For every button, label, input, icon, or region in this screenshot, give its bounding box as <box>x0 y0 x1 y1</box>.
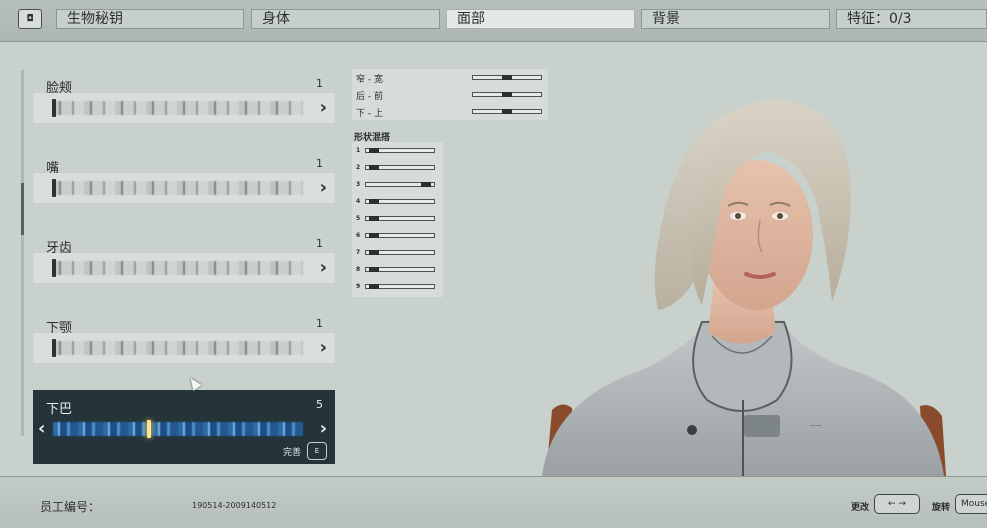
character-illustration: ~~ <box>542 100 946 476</box>
slider-knob[interactable] <box>369 165 379 170</box>
slider-knob[interactable] <box>369 148 379 153</box>
shape-blend-panel: 1 2 3 4 5 6 7 8 9 <box>352 142 443 297</box>
top-tab-bar: ◘ 生物秘钥 身体 面部 背景 特征：0/3 <box>0 0 987 42</box>
slider-knob[interactable] <box>369 267 379 272</box>
shape-slider-3[interactable] <box>365 182 435 187</box>
shape-row-label: 5 <box>356 215 361 222</box>
tab-traits[interactable]: 特征：0/3 <box>836 9 987 29</box>
slider-knob[interactable] <box>502 75 512 80</box>
shape-row-label: 4 <box>356 198 361 205</box>
shape-slider-1[interactable] <box>365 148 435 153</box>
variant-marker <box>52 339 56 357</box>
feature-value: 5 <box>316 398 323 411</box>
shape-slider-4[interactable] <box>365 199 435 204</box>
feature-value: 1 <box>316 317 323 330</box>
character-preview[interactable]: ~~ <box>532 70 952 476</box>
slider-knob[interactable] <box>502 92 512 97</box>
slider-knob[interactable] <box>502 109 512 114</box>
variant-bars <box>53 181 303 195</box>
chevron-right-icon[interactable]: › <box>320 337 327 358</box>
refine-label: 完善 <box>282 447 301 458</box>
slider-knob[interactable] <box>369 250 379 255</box>
shape-slider-9[interactable] <box>365 284 435 289</box>
change-hint-label: 更改 <box>851 503 870 513</box>
shape-row-label: 9 <box>356 283 361 290</box>
feature-variant-strip[interactable]: › <box>33 333 335 363</box>
chevron-left-icon[interactable]: ‹ <box>38 418 45 439</box>
axis-label-width: 窄 - 宽 <box>356 75 383 85</box>
chevron-right-icon[interactable]: › <box>320 177 327 198</box>
shape-slider-8[interactable] <box>365 267 435 272</box>
shape-row-label: 7 <box>356 249 361 256</box>
slider-knob[interactable] <box>369 284 379 289</box>
chevron-right-icon[interactable]: › <box>320 418 327 439</box>
chevron-right-icon[interactable]: › <box>320 97 327 118</box>
axis-label-depth: 后 - 前 <box>356 92 383 102</box>
refine-hint[interactable]: 完善 E <box>283 442 327 460</box>
shape-row-label: 6 <box>356 232 361 239</box>
employee-id-label: 员工编号： <box>40 500 101 514</box>
employee-id-value: 190514-2009140512 <box>192 501 277 510</box>
rotate-key-button[interactable]: Mouse <box>955 494 987 514</box>
variant-bars <box>53 101 303 115</box>
shape-row-label: 1 <box>356 147 361 154</box>
variant-marker <box>52 179 56 197</box>
variant-marker <box>52 99 56 117</box>
feature-variant-strip[interactable]: › <box>33 253 335 283</box>
feature-value: 1 <box>316 157 323 170</box>
feature-list-scrollbar[interactable] <box>21 70 24 436</box>
variant-bars <box>53 261 303 275</box>
svg-text:~~: ~~ <box>810 422 822 430</box>
shape-row-label: 3 <box>356 181 361 188</box>
shape-slider-6[interactable] <box>365 233 435 238</box>
refine-key-button[interactable]: E <box>307 442 327 460</box>
shape-slider-5[interactable] <box>365 216 435 221</box>
back-key-button[interactable]: ◘ <box>18 9 42 29</box>
tab-genome[interactable]: 生物秘钥 <box>56 9 244 29</box>
slider-knob[interactable] <box>369 199 379 204</box>
feature-value: 1 <box>316 77 323 90</box>
feature-value: 1 <box>316 237 323 250</box>
shape-row-label: 8 <box>356 266 361 273</box>
slider-knob[interactable] <box>369 216 379 221</box>
chevron-right-icon[interactable]: › <box>320 257 327 278</box>
tab-face[interactable]: 面部 <box>446 9 635 29</box>
rotate-hint-label: 旋转 <box>932 503 951 513</box>
slider-knob[interactable] <box>421 182 431 187</box>
feature-variant-strip[interactable]: › <box>33 93 335 123</box>
slider-knob[interactable] <box>369 233 379 238</box>
variant-bars <box>53 341 303 355</box>
variant-marker <box>52 259 56 277</box>
mouse-cursor-icon <box>186 375 202 391</box>
axis-label-height: 下 - 上 <box>356 109 383 119</box>
variant-marker <box>147 420 151 438</box>
feature-variant-strip[interactable]: ‹ › <box>33 414 335 444</box>
tab-background[interactable]: 背景 <box>641 9 830 29</box>
shape-slider-2[interactable] <box>365 165 435 170</box>
shape-slider-7[interactable] <box>365 250 435 255</box>
tab-body[interactable]: 身体 <box>251 9 440 29</box>
shape-row-label: 2 <box>356 164 361 171</box>
change-key-button[interactable]: ← → <box>874 494 920 514</box>
feature-list-scroll-thumb[interactable] <box>21 183 24 235</box>
bottom-bar: 员工编号： 190514-2009140512 更改 ← → 旋转 Mouse <box>0 476 987 528</box>
axis-slider-panel: 窄 - 宽 后 - 前 下 - 上 <box>352 69 548 120</box>
variant-bars <box>53 422 303 436</box>
feature-variant-strip[interactable]: › <box>33 173 335 203</box>
